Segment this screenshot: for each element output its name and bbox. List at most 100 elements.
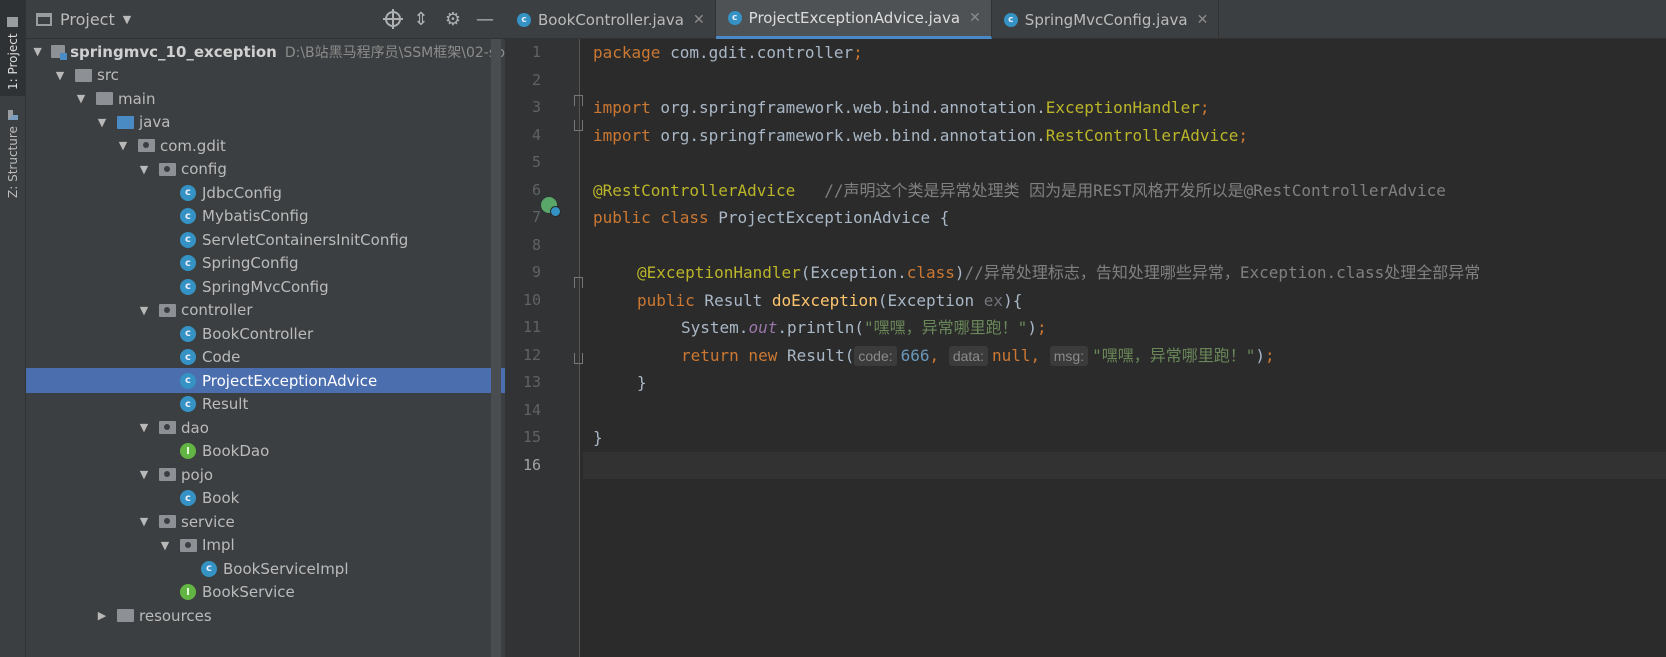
chevron-down-icon[interactable]: ▼ <box>137 304 151 317</box>
chevron-down-icon[interactable]: ▼ <box>53 69 67 82</box>
tree-node[interactable]: ▼ dao <box>26 415 505 440</box>
project-view-selector[interactable]: Project <box>60 10 115 29</box>
tree-node[interactable]: ▶cJdbcConfig <box>26 180 505 205</box>
panel-splitter[interactable] <box>491 39 501 657</box>
import-path: org.springframework.web.bind.annotation. <box>650 125 1046 145</box>
hide-panel-icon[interactable]: — <box>473 7 497 31</box>
project-tool-tab[interactable]: 1: Project <box>0 0 26 96</box>
class-icon: c <box>1003 12 1018 27</box>
code-line[interactable]: } <box>583 424 1666 452</box>
line-number[interactable]: 6 <box>505 177 541 205</box>
code-line[interactable]: public Result doException(Exception ex){ <box>583 287 1666 315</box>
line-number[interactable]: 4 <box>505 122 541 150</box>
tree-node[interactable]: ▶cBook <box>26 486 505 511</box>
line-number[interactable]: 15 <box>505 424 541 452</box>
import-class: RestControllerAdvice <box>1045 125 1239 145</box>
tree-node[interactable]: ▼ src <box>26 63 505 88</box>
class-icon: c <box>180 325 196 342</box>
fold-marker-icon[interactable] <box>574 120 583 131</box>
string-literal: "嘿嘿，异常哪里跑！" <box>1092 345 1256 365</box>
code-line[interactable]: public class ProjectExceptionAdvice { <box>583 204 1666 232</box>
tree-node[interactable]: ▼ main <box>26 86 505 111</box>
class-icon: c <box>180 372 196 389</box>
code-line[interactable]: package com.gdit.controller; <box>583 39 1666 67</box>
collapse-all-icon[interactable]: ⇕ <box>409 7 433 31</box>
line-number[interactable]: 13 <box>505 369 541 397</box>
tree-node[interactable]: ▼ controller <box>26 298 505 323</box>
tree-node[interactable]: ▶cBookServiceImpl <box>26 556 505 581</box>
line-number[interactable]: 16 <box>505 452 541 480</box>
tree-node[interactable]: ▶cSpringConfig <box>26 251 505 276</box>
close-icon[interactable]: ✕ <box>1197 12 1209 28</box>
tree-node[interactable]: ▶IBookDao <box>26 439 505 464</box>
chevron-down-icon[interactable]: ▼ <box>95 116 109 129</box>
code-line[interactable]: @RestControllerAdvice //声明这个类是异常处理类 因为是用… <box>583 177 1666 205</box>
line-number[interactable]: 1 <box>505 39 541 67</box>
tree-node[interactable]: ▶IBookService <box>26 580 505 605</box>
line-number[interactable]: 9 <box>505 259 541 287</box>
tree-node[interactable]: ▶cSpringMvcConfig <box>26 274 505 299</box>
tree-node[interactable]: ▶cCode <box>26 345 505 370</box>
comma: , <box>1030 345 1050 365</box>
line-number[interactable]: 14 <box>505 397 541 425</box>
line-number[interactable]: 12 <box>505 342 541 370</box>
tree-node[interactable]: ▼ java <box>26 110 505 135</box>
line-number[interactable]: 8 <box>505 232 541 260</box>
tree-root-node[interactable]: ▼ springmvc_10_exception D:\B站黑马程序员\SSM框… <box>26 39 505 64</box>
code-line[interactable]: import org.springframework.web.bind.anno… <box>583 122 1666 150</box>
code-line[interactable]: System.out.println("嘿嘿，异常哪里跑！"); <box>583 314 1666 342</box>
tree-node-label: resources <box>139 606 212 625</box>
chevron-down-icon[interactable]: ▼ <box>137 163 151 176</box>
tab-spring-mvc-config[interactable]: c SpringMvcConfig.java ✕ <box>992 0 1220 39</box>
chevron-down-icon[interactable]: ▼ <box>137 421 151 434</box>
code-line[interactable]: } <box>583 369 1666 397</box>
tree-node[interactable]: ▼ pojo <box>26 462 505 487</box>
chevron-down-icon[interactable]: ▼ <box>116 139 130 152</box>
tree-node[interactable]: ▶ resources <box>26 603 505 628</box>
tab-project-exception-advice[interactable]: c ProjectExceptionAdvice.java ✕ <box>715 0 992 39</box>
chevron-down-icon[interactable]: ▼ <box>32 45 43 58</box>
keyword: public <box>637 290 695 310</box>
fold-marker-icon[interactable] <box>574 353 583 364</box>
close-icon[interactable]: ✕ <box>969 10 981 26</box>
code-text: ){ <box>1003 290 1023 310</box>
package-icon <box>159 162 176 176</box>
locate-file-icon[interactable] <box>383 9 403 29</box>
tree-node[interactable]: ▶cServletContainersInitConfig <box>26 227 505 252</box>
chevron-down-icon[interactable]: ▼ <box>137 468 151 481</box>
tree-node[interactable]: ▶cBookController <box>26 321 505 346</box>
current-code-line[interactable] <box>583 451 1666 479</box>
spring-bean-gutter-icon[interactable] <box>541 197 561 217</box>
code-area[interactable]: package com.gdit.controller; import org.… <box>583 39 1666 657</box>
fold-marker-icon[interactable] <box>574 95 583 106</box>
structure-tool-tab[interactable]: Z: Structure <box>0 104 26 204</box>
close-icon[interactable]: ✕ <box>693 12 705 28</box>
code-line[interactable]: import org.springframework.web.bind.anno… <box>583 94 1666 122</box>
chevron-down-icon[interactable]: ▼ <box>74 92 88 105</box>
code-line[interactable]: @ExceptionHandler(Exception.class)//异常处理… <box>583 259 1666 287</box>
line-number[interactable]: 7 <box>505 204 541 232</box>
line-number[interactable]: 3 <box>505 94 541 122</box>
tree-node[interactable]: ▶cMybatisConfig <box>26 204 505 229</box>
tree-node[interactable]: ▼ Impl <box>26 533 505 558</box>
tab-book-controller[interactable]: c BookController.java ✕ <box>505 0 716 39</box>
line-number[interactable]: 5 <box>505 149 541 177</box>
parameter-hint: data: <box>948 345 988 366</box>
line-number[interactable]: 11 <box>505 314 541 342</box>
tree-node[interactable]: ▶cResult <box>26 392 505 417</box>
chevron-right-icon[interactable]: ▶ <box>95 609 109 622</box>
chevron-down-icon[interactable]: ▼ <box>137 515 151 528</box>
folder-icon <box>75 68 92 82</box>
gear-icon[interactable]: ⚙ <box>441 7 465 31</box>
code-text: } <box>637 373 647 392</box>
chevron-down-icon[interactable]: ▼ <box>158 539 172 552</box>
code-line[interactable]: return new Result(code: 666, data: null, m… <box>583 342 1666 370</box>
tree-node[interactable]: ▼ service <box>26 509 505 534</box>
line-number[interactable]: 2 <box>505 67 541 95</box>
fold-marker-icon[interactable] <box>574 277 583 288</box>
line-number[interactable]: 10 <box>505 287 541 315</box>
chevron-down-icon[interactable]: ▼ <box>123 13 131 26</box>
tree-node[interactable]: ▶cProjectExceptionAdvice <box>26 368 505 393</box>
tree-node[interactable]: ▼ com.gdit <box>26 133 505 158</box>
tree-node[interactable]: ▼ config <box>26 157 505 182</box>
